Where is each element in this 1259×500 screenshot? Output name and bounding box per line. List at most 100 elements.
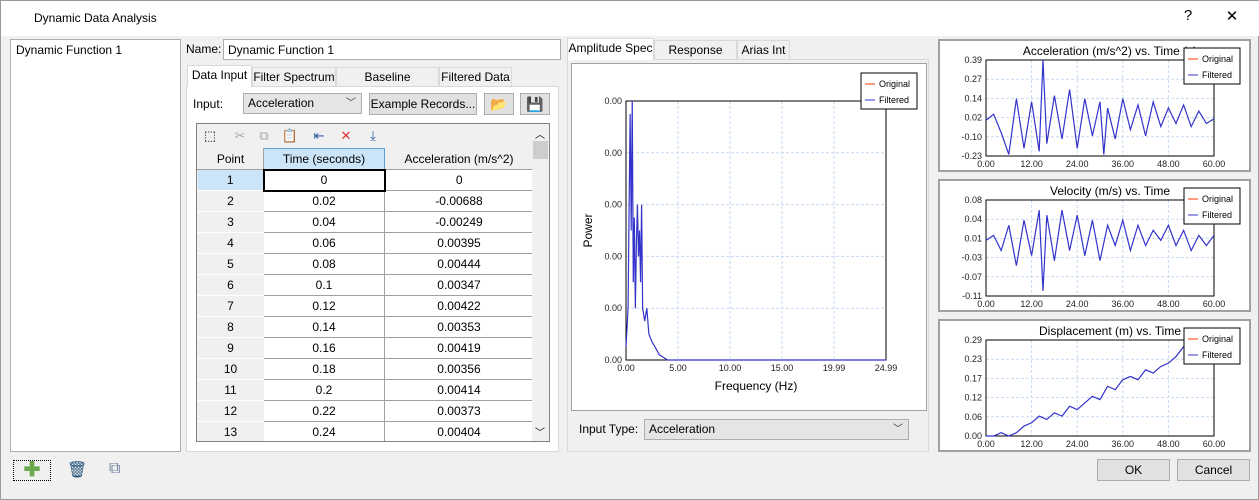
y-tick-label: 0.00: [604, 148, 622, 158]
cut-icon[interactable]: ✂: [231, 128, 249, 144]
time-cell[interactable]: 0: [262, 168, 386, 192]
cancel-button[interactable]: Cancel: [1177, 459, 1250, 481]
table-row[interactable]: 8 0.14 0.00353: [197, 316, 534, 338]
time-cell[interactable]: 0.06: [263, 232, 385, 254]
scroll-up-icon[interactable]: ︿: [535, 126, 545, 141]
point-cell[interactable]: 2: [197, 190, 264, 212]
trash-icon[interactable]: 🗑: [67, 460, 87, 480]
y-tick-label: -0.07: [961, 272, 982, 282]
time-cell[interactable]: 0.18: [263, 358, 385, 380]
point-cell[interactable]: 8: [197, 316, 264, 338]
x-tick-label: 12.00: [1020, 299, 1043, 309]
table-row[interactable]: 7 0.12 0.00422: [197, 295, 534, 317]
save-disk-icon[interactable]: 💾: [520, 93, 550, 115]
point-cell[interactable]: 11: [197, 379, 264, 401]
point-cell[interactable]: 12: [197, 400, 264, 422]
table-row[interactable]: 4 0.06 0.00395: [197, 232, 534, 254]
append-row-icon[interactable]: ⤓: [364, 128, 382, 144]
x-tick-label: 12.00: [1020, 159, 1043, 169]
point-cell[interactable]: 10: [197, 358, 264, 380]
point-cell[interactable]: 6: [197, 274, 264, 296]
time-cell[interactable]: 0.08: [263, 253, 385, 275]
acceleration-cell[interactable]: -0.00688: [384, 190, 534, 212]
point-cell[interactable]: 1: [197, 169, 264, 191]
column-header-acceleration[interactable]: Acceleration (m/s^2): [384, 148, 534, 170]
point-cell[interactable]: 7: [197, 295, 264, 317]
table-row[interactable]: 2 0.02 -0.00688: [197, 190, 534, 212]
select-all-icon[interactable]: ⬚: [201, 128, 219, 144]
insert-row-icon[interactable]: ⇤: [310, 128, 328, 144]
close-icon[interactable]: ✕: [1218, 7, 1246, 25]
acceleration-cell[interactable]: 0: [384, 169, 534, 191]
add-plus-icon[interactable]: ✚: [13, 460, 51, 481]
time-cell[interactable]: 0.12: [263, 295, 385, 317]
copy-icon[interactable]: ⧉: [255, 128, 273, 144]
point-cell[interactable]: 5: [197, 253, 264, 275]
ok-button[interactable]: OK: [1097, 459, 1170, 481]
acceleration-cell[interactable]: 0.00414: [384, 379, 534, 401]
table-row[interactable]: 11 0.2 0.00414: [197, 379, 534, 401]
input-type-select[interactable]: Acceleration ﹀: [644, 419, 909, 440]
time-cell[interactable]: 0.14: [263, 316, 385, 338]
tab-filtered-data[interactable]: Filtered Data: [439, 67, 512, 87]
time-cell[interactable]: 0.02: [263, 190, 385, 212]
vertical-scrollbar[interactable]: ︿ ﹀: [532, 124, 549, 441]
point-cell[interactable]: 13: [197, 421, 264, 441]
scroll-down-icon[interactable]: ﹀: [535, 424, 545, 439]
table-row[interactable]: 100: [197, 168, 534, 192]
paste-icon[interactable]: 📋: [281, 128, 299, 144]
table-row[interactable]: 12 0.22 0.00373: [197, 400, 534, 422]
tab-filter-spectrum[interactable]: Filter Spectrum: [252, 67, 336, 87]
point-cell[interactable]: 4: [197, 232, 264, 254]
acceleration-cell[interactable]: 0.00422: [384, 295, 534, 317]
x-tick-label: 10.00: [719, 363, 742, 373]
y-tick-label: 0.14: [964, 93, 982, 103]
duplicate-copy-icon[interactable]: ⧉: [109, 460, 120, 478]
example-records-button[interactable]: Example Records...: [369, 93, 477, 115]
acceleration-cell[interactable]: -0.00249: [384, 211, 534, 233]
folder-open-icon[interactable]: 📂: [484, 93, 514, 115]
acceleration-cell[interactable]: 0.00373: [384, 400, 534, 422]
scroll-thumb[interactable]: [533, 141, 548, 159]
legend-original-label: Original: [879, 79, 910, 89]
acceleration-cell[interactable]: 0.00404: [384, 421, 534, 441]
tab-response-spec[interactable]: Response Spec: [654, 40, 737, 76]
y-tick-label: 0.00: [604, 251, 622, 261]
table-row[interactable]: 9 0.16 0.00419: [197, 337, 534, 359]
tab-baseline-correction[interactable]: Baseline Correction: [336, 67, 439, 103]
tab-amplitude-spec[interactable]: Amplitude Spec: [567, 38, 654, 60]
table-row[interactable]: 13 0.24 0.00404: [197, 421, 534, 441]
help-button[interactable]: ?: [1174, 7, 1202, 24]
function-list[interactable]: Dynamic Function 1: [10, 39, 181, 452]
time-cell[interactable]: 0.22: [263, 400, 385, 422]
acceleration-cell[interactable]: 0.00444: [384, 253, 534, 275]
column-header-point[interactable]: Point: [197, 148, 264, 170]
table-row[interactable]: 10 0.18 0.00356: [197, 358, 534, 380]
acceleration-cell[interactable]: 0.00347: [384, 274, 534, 296]
data-grid[interactable]: ⬚ ✂ ⧉ 📋 ⇤ ✕ ⤓ Point Time (seconds) Accel…: [196, 123, 550, 442]
table-row[interactable]: 3 0.04 -0.00249: [197, 211, 534, 233]
y-tick-label: 0.02: [964, 113, 982, 123]
acceleration-cell[interactable]: 0.00356: [384, 358, 534, 380]
list-item[interactable]: Dynamic Function 1: [16, 43, 122, 57]
acceleration-cell[interactable]: 0.00419: [384, 337, 534, 359]
column-header-time[interactable]: Time (seconds): [263, 148, 385, 170]
input-select[interactable]: Acceleration ﹀: [243, 93, 362, 114]
point-cell[interactable]: 9: [197, 337, 264, 359]
tab-data-input[interactable]: Data Input: [187, 65, 252, 87]
table-row[interactable]: 6 0.1 0.00347: [197, 274, 534, 296]
tab-arias-int[interactable]: Arias Int: [737, 40, 790, 60]
table-row[interactable]: 5 0.08 0.00444: [197, 253, 534, 275]
delete-row-icon[interactable]: ✕: [337, 128, 355, 144]
time-cell[interactable]: 0.2: [263, 379, 385, 401]
name-input[interactable]: [223, 39, 561, 60]
time-cell[interactable]: 0.1: [263, 274, 385, 296]
acceleration-cell[interactable]: 0.00353: [384, 316, 534, 338]
data-table: Point Time (seconds) Acceleration (m/s^2…: [197, 148, 534, 441]
acceleration-cell[interactable]: 0.00395: [384, 232, 534, 254]
time-cell[interactable]: 0.16: [263, 337, 385, 359]
time-cell[interactable]: 0.04: [263, 211, 385, 233]
acceleration-chart: 0.00 12.00 24.00 36.00 48.00 60.00 0.39 0.27 0.1…: [938, 39, 1251, 172]
time-cell[interactable]: 0.24: [263, 421, 385, 441]
point-cell[interactable]: 3: [197, 211, 264, 233]
